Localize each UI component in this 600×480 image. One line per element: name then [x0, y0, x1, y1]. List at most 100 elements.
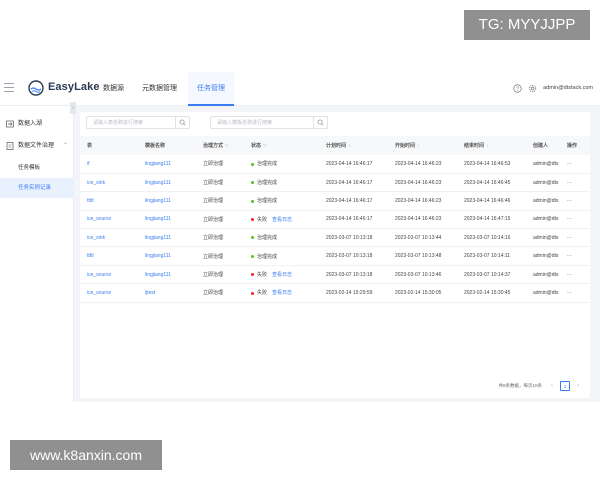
col-header-creator: 创建人 [526, 136, 560, 155]
view-log-link[interactable]: 查看日志 [272, 217, 292, 223]
col-header-end-time[interactable]: 结束时间 ↕ [457, 136, 526, 155]
cell-plan-time: 2023-04-14 16:46:17 [319, 173, 388, 193]
cell-table-name[interactable]: if [80, 155, 138, 174]
cell-end-time: 2023-03-07 10:14:37 [457, 265, 526, 285]
sidebar-item-file-governance[interactable]: 数据文件治理 ⌃ [0, 136, 74, 156]
cell-start-time: 2023-04-14 16:46:23 [388, 155, 457, 174]
row-more-actions-icon[interactable]: ··· [560, 246, 590, 266]
row-more-actions-icon[interactable]: ··· [560, 265, 590, 285]
file-governance-icon [6, 142, 14, 150]
cell-start-time: 2023-04-14 16:46:23 [388, 173, 457, 193]
nav-datasource[interactable]: 数据源 [103, 72, 129, 106]
brand-name: EasyLake [48, 81, 100, 93]
status-text: 治理完成 [257, 198, 278, 205]
cell-end-time: 2023-04-14 16:46:53 [457, 155, 526, 174]
view-log-link[interactable]: 查看日志 [272, 272, 292, 278]
prev-page-icon[interactable]: ‹ [548, 381, 556, 391]
cell-status: 失败 查看日志 [244, 283, 319, 303]
help-icon[interactable]: ? [513, 84, 522, 93]
cell-template-name[interactable]: lingjiang111 [138, 155, 196, 174]
cell-mode: 立即治理 [196, 191, 244, 211]
table-row: ice_sink lingjiang111 立即治理 治理完成 2023-04-14 1… [80, 173, 590, 193]
status-text: 失败 [257, 272, 268, 279]
cell-template-name[interactable]: lingjiang111 [138, 191, 196, 211]
cell-template-name[interactable]: lingjiang111 [138, 228, 196, 248]
table-row: ice_source ljtest 立即治理 失败 查看日志 2023-02-14 15:… [80, 283, 590, 303]
cell-template-name[interactable]: lingjiang111 [138, 173, 196, 193]
nav-metadata[interactable]: 元数据管理 [142, 72, 182, 106]
cell-start-time: 2023-03-07 10:13:46 [388, 265, 457, 285]
menu-icon[interactable] [4, 83, 14, 93]
cell-template-name[interactable]: lingjiang111 [138, 265, 196, 285]
col-header-start-time[interactable]: 开始时间 ↕ [388, 136, 457, 155]
col-header-plan-time[interactable]: 计划时间 ↕ [319, 136, 388, 155]
col-header-actions: 操作 [560, 136, 590, 155]
page-current[interactable]: 1 [560, 381, 570, 391]
row-more-actions-icon[interactable]: ··· [560, 191, 590, 211]
sidebar-sub-task-template[interactable]: 任务模板 [0, 158, 74, 178]
filter-icon[interactable]: ▽ [263, 143, 266, 148]
view-log-link[interactable]: 查看日志 [272, 290, 292, 296]
cell-table-name[interactable]: ice_sink [80, 228, 138, 248]
table-row: ice_source lingjiang111 立即治理 失败 查看日志 2023-04-… [80, 210, 590, 230]
user-account[interactable]: admin@dtstack.com [543, 85, 593, 91]
status-dot-icon [251, 199, 254, 203]
template-search-input[interactable] [211, 117, 313, 128]
cell-plan-time: 2023-04-14 16:46:17 [319, 210, 388, 230]
cell-table-name[interactable]: ttttl [80, 246, 138, 266]
cell-table-name[interactable]: ice_sink [80, 173, 138, 193]
filter-icon[interactable]: ▽ [225, 143, 228, 148]
table-search-input[interactable] [87, 117, 175, 128]
sidebar-collapse-handle[interactable]: ‹ [70, 102, 76, 114]
row-more-actions-icon[interactable]: ··· [560, 173, 590, 193]
row-more-actions-icon[interactable]: ··· [560, 283, 590, 303]
cell-mode: 立即治理 [196, 173, 244, 193]
cell-plan-time: 2023-03-07 10:13:18 [319, 246, 388, 266]
cell-plan-time: 2023-02-14 15:29:59 [319, 283, 388, 303]
cell-table-name[interactable]: ice_source [80, 210, 138, 230]
search-icon[interactable] [313, 117, 327, 128]
search-icon[interactable] [175, 117, 189, 128]
cell-end-time: 2023-03-07 10:14:11 [457, 246, 526, 266]
cell-mode: 立即治理 [196, 228, 244, 248]
app-window: EasyLake 数据源 元数据管理 任务管理 ? admin@dtstack.… [0, 72, 600, 402]
row-more-actions-icon[interactable]: ··· [560, 155, 590, 174]
sort-icon[interactable]: ↕ [486, 143, 488, 148]
cell-template-name[interactable]: ljtest [138, 283, 196, 303]
cell-mode: 立即治理 [196, 155, 244, 174]
cell-table-name[interactable]: ice_source [80, 283, 138, 303]
col-header-status[interactable]: 状态 ▽ [244, 136, 319, 155]
cell-table-name[interactable]: ice_source [80, 265, 138, 285]
nav-task-management[interactable]: 任务管理 [188, 72, 234, 106]
cell-template-name[interactable]: lingjiang111 [138, 246, 196, 266]
cell-mode: 立即治理 [196, 246, 244, 266]
cell-end-time: 2023-04-14 16:46:46 [457, 191, 526, 211]
pagination-total: 共8条数据，每页10条 [498, 383, 542, 388]
sort-icon[interactable]: ↕ [417, 143, 419, 148]
cell-end-time: 2023-04-14 16:47:15 [457, 210, 526, 230]
cell-start-time: 2023-02-14 15:30:05 [388, 283, 457, 303]
col-header-table: 表 [80, 136, 138, 155]
cell-creator: admin@dts [526, 228, 560, 248]
row-more-actions-icon[interactable]: ··· [560, 210, 590, 230]
next-page-icon[interactable]: › [574, 381, 582, 391]
settings-gear-icon[interactable] [528, 84, 537, 93]
sort-icon[interactable]: ↕ [348, 143, 350, 148]
cell-start-time: 2023-04-14 16:46:23 [388, 210, 457, 230]
cell-creator: admin@dts [526, 155, 560, 174]
status-dot-icon [251, 181, 254, 185]
cell-table-name[interactable]: ttttl [80, 191, 138, 211]
col-header-mode[interactable]: 治理方式 ▽ [196, 136, 244, 155]
sidebar-sub-task-instance-records[interactable]: 任务实例记录 [0, 178, 74, 198]
cell-mode: 立即治理 [196, 265, 244, 285]
easylake-logo-icon [28, 80, 44, 96]
cell-start-time: 2023-03-07 10:13:44 [388, 228, 457, 248]
cell-mode: 立即治理 [196, 283, 244, 303]
cell-template-name[interactable]: lingjiang111 [138, 210, 196, 230]
sidebar: 数据入湖 数据文件治理 ⌃ 任务模板 任务实例记录 [0, 106, 74, 402]
row-more-actions-icon[interactable]: ··· [560, 228, 590, 248]
sidebar-item-data-ingest[interactable]: 数据入湖 [0, 114, 74, 134]
cell-creator: admin@dts [526, 210, 560, 230]
cell-status: 治理完成 [244, 228, 319, 248]
cell-status: 失败 查看日志 [244, 210, 319, 230]
